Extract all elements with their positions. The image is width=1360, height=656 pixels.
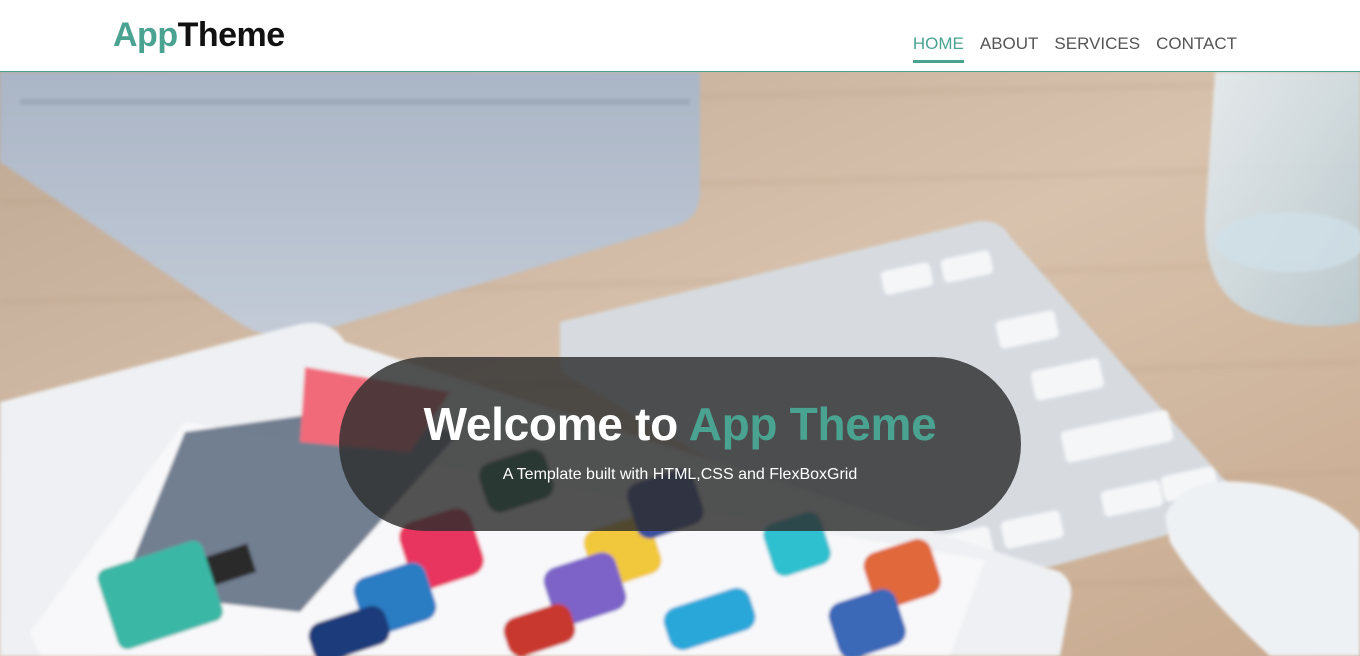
nav-contact[interactable]: CONTACT xyxy=(1156,34,1237,63)
main-nav: HOME ABOUT SERVICES CONTACT xyxy=(912,34,1237,63)
nav-services[interactable]: SERVICES xyxy=(1054,34,1140,63)
hero-title: Welcome to App Theme xyxy=(339,397,1021,451)
hero-title-prefix: Welcome to xyxy=(423,398,689,450)
hero-subtitle: A Template built with HTML,CSS and FlexB… xyxy=(502,466,858,483)
logo[interactable]: AppTheme xyxy=(113,16,285,54)
nav-home[interactable]: HOME xyxy=(912,34,964,63)
hero-title-accent: App Theme xyxy=(688,398,937,450)
welcome-banner: Welcome to App Theme A Template built wi… xyxy=(339,357,1021,531)
logo-theme: Theme xyxy=(177,16,286,54)
hero-section: Welcome to App Theme A Template built wi… xyxy=(0,72,1360,656)
nav-about[interactable]: ABOUT xyxy=(980,34,1039,63)
logo-app: App xyxy=(113,16,178,54)
site-header: AppTheme HOME ABOUT SERVICES CONTACT xyxy=(0,0,1360,72)
